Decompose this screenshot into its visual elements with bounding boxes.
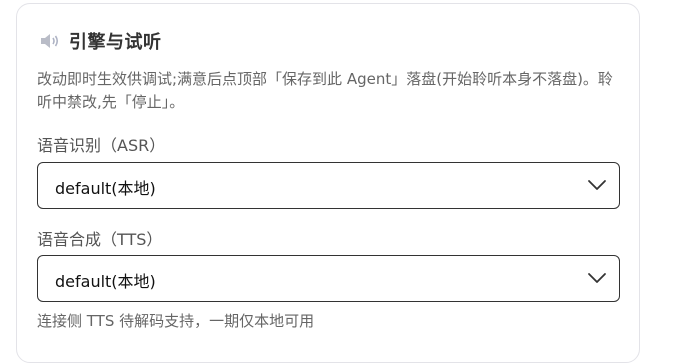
- section-description: 改动即时生效供调试;满意后点顶部「保存到此 Agent」落盘(开始聆听本身不落盘…: [37, 70, 613, 111]
- speaker-icon: [39, 31, 61, 51]
- chevron-down-icon: [588, 180, 606, 190]
- asr-select[interactable]: default(本地): [37, 162, 620, 209]
- engine-settings-card: 引擎与试听 改动即时生效供调试;满意后点顶部「保存到此 Agent」落盘(开始聆…: [16, 3, 640, 363]
- tts-selected-value: default(本地): [55, 272, 156, 291]
- section-header: 引擎与试听: [39, 28, 162, 54]
- chevron-down-icon: [588, 273, 606, 283]
- section-title: 引擎与试听: [69, 32, 162, 53]
- asr-selected-value: default(本地): [55, 179, 156, 198]
- asr-label: 语音识别（ASR）: [37, 136, 166, 155]
- tts-label: 语音合成（TTS）: [37, 230, 163, 249]
- tts-select[interactable]: default(本地): [37, 255, 620, 302]
- tts-hint: 连接侧 TTS 待解码支持，一期仅本地可用: [37, 312, 315, 330]
